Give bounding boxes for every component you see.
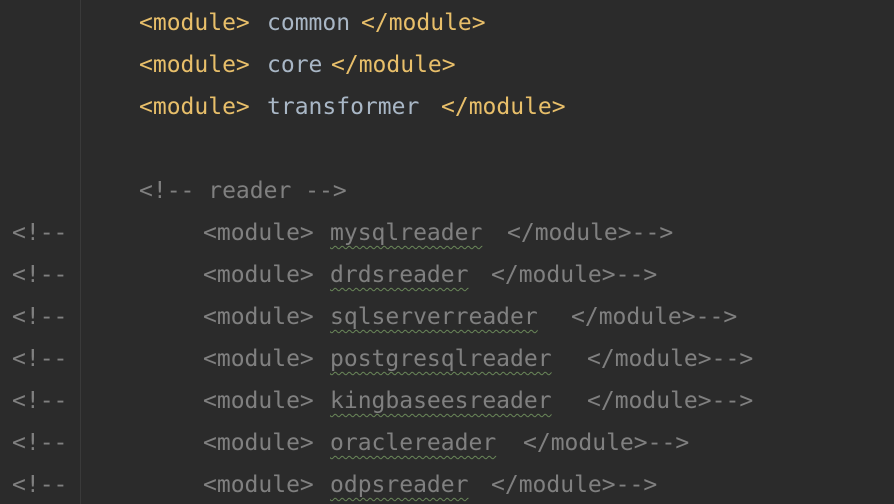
code-line-mysqlreader[interactable]: <!-- <module> mysqlreader </module>-->	[0, 212, 894, 254]
module-close-tag: </module>	[441, 94, 566, 120]
code-line-transformer[interactable]: <module> transformer </module>	[0, 86, 894, 128]
module-open-tag: <module>	[203, 304, 314, 330]
module-close-tag: </module>-->	[491, 262, 658, 288]
module-close-tag: </module>-->	[587, 346, 754, 372]
module-open-tag: <module>	[139, 10, 250, 36]
module-close-tag: </module>-->	[491, 472, 658, 498]
gutter-comment-marker: <!--	[12, 430, 68, 456]
module-close-tag: </module>-->	[587, 388, 754, 414]
module-close-tag: </module>-->	[523, 430, 690, 456]
code-line-odpsreader[interactable]: <!-- <module> odpsreader </module>-->	[0, 464, 894, 504]
module-open-tag: <module>	[203, 346, 314, 372]
module-name: common	[267, 10, 351, 36]
section-comment: <!-- reader -->	[139, 178, 347, 204]
gutter-comment-marker: <!--	[12, 262, 68, 288]
gutter-comment-marker: <!--	[12, 472, 68, 498]
module-open-tag: <module>	[203, 430, 314, 456]
module-name: postgresqlreader	[330, 346, 552, 372]
module-name: odpsreader	[330, 472, 469, 498]
module-open-tag: <module>	[203, 262, 314, 288]
module-open-tag: <module>	[203, 388, 314, 414]
module-open-tag: <module>	[203, 472, 314, 498]
module-name: mysqlreader	[330, 220, 483, 246]
code-line-drdsreader[interactable]: <!-- <module> drdsreader </module>-->	[0, 254, 894, 296]
module-open-tag: <module>	[139, 94, 250, 120]
code-line-reader-comment[interactable]: <!-- reader -->	[0, 170, 894, 212]
module-close-tag: </module>	[331, 52, 456, 78]
module-name: transformer	[267, 94, 420, 120]
module-close-tag: </module>-->	[507, 220, 674, 246]
code-line-sqlserverreader[interactable]: <!-- <module> sqlserverreader </module>-…	[0, 296, 894, 338]
gutter-comment-marker: <!--	[12, 304, 68, 330]
module-close-tag: </module>	[361, 10, 486, 36]
code-line-core[interactable]: <module> core </module>	[0, 44, 894, 86]
module-name: kingbaseesreader	[330, 388, 552, 414]
gutter-comment-marker: <!--	[12, 346, 68, 372]
module-name: oraclereader	[330, 430, 497, 456]
module-close-tag: </module>-->	[571, 304, 738, 330]
code-line-kingbaseesreader[interactable]: <!-- <module> kingbaseesreader </module>…	[0, 380, 894, 422]
gutter-comment-marker: <!--	[12, 220, 68, 246]
gutter-comment-marker: <!--	[12, 388, 68, 414]
module-name: sqlserverreader	[330, 304, 538, 330]
module-name: core	[267, 52, 323, 78]
module-open-tag: <module>	[139, 52, 250, 78]
code-line-common[interactable]: <module> common </module>	[0, 2, 894, 44]
module-name: drdsreader	[330, 262, 469, 288]
code-line-oraclereader[interactable]: <!-- <module> oraclereader </module>-->	[0, 422, 894, 464]
code-editor[interactable]: <module> common </module> <module> core …	[0, 0, 894, 504]
module-open-tag: <module>	[203, 220, 314, 246]
code-line-postgresqlreader[interactable]: <!-- <module> postgresqlreader </module>…	[0, 338, 894, 380]
